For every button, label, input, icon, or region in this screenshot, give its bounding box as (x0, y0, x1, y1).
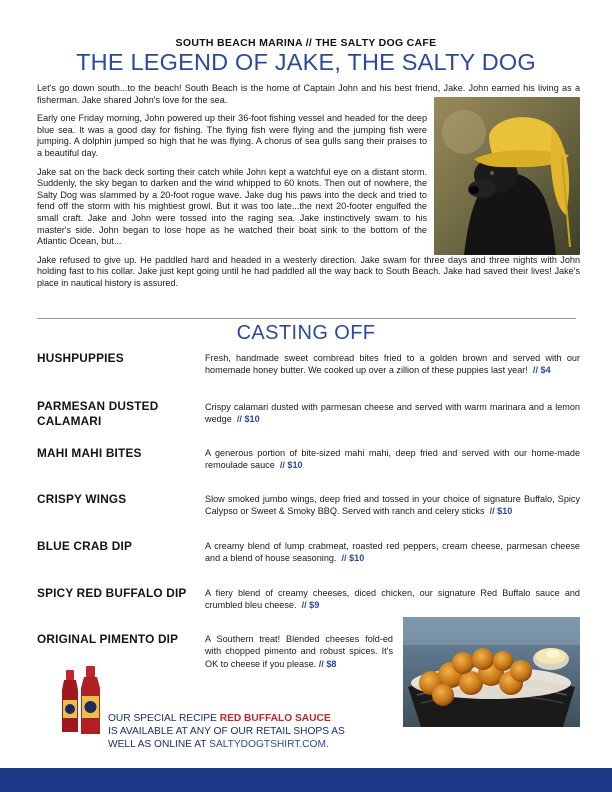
menu-item-name: MAHI MAHI BITES (37, 446, 142, 460)
dog-photo (434, 97, 580, 255)
menu-item-description: A creamy blend of lump crabmeat, roasted… (205, 541, 580, 564)
menu-item-name: CRISPY WINGS (37, 492, 127, 506)
story-paragraph-2: Early one Friday morning, John powered u… (37, 113, 427, 158)
page-title: THE LEGEND OF JAKE, THE SALTY DOG (76, 49, 536, 75)
hushpuppies-photo (403, 617, 580, 727)
menu-item-name: PARMESAN DUSTED CALAMARI (37, 399, 159, 428)
menu-item-description: Slow smoked jumbo wings, deep fried and … (205, 494, 580, 517)
promo-text: OUR SPECIAL RECIPE RED BUFFALO SAUCE IS … (108, 713, 345, 750)
menu-item-name: SPICY RED BUFFALO DIP (37, 586, 187, 600)
menu-item-price: // $9 (301, 600, 320, 611)
menu-item-price: // $10 (236, 414, 260, 425)
story-paragraph-3: Jake sat on the back deck sorting their … (37, 166, 427, 247)
footer-bar (0, 768, 612, 792)
menu-item-description: Fresh, handmade sweet cornbread bites fr… (205, 353, 580, 376)
menu-item-name: ORIGINAL PIMENTO DIP (37, 632, 179, 646)
website-link[interactable]: SALTYDOGTSHIRT.COM. (209, 739, 329, 750)
menu-item-name: BLUE CRAB DIP (37, 539, 133, 553)
menu-item-price: // $10 (341, 553, 365, 564)
section-divider (37, 318, 576, 319)
menu-item-price: // $10 (279, 460, 303, 471)
menu-item-description: A generous portion of bite-sized mahi ma… (205, 448, 580, 471)
section-title: CASTING OFF (236, 322, 376, 344)
menu-item-description: A Southern treat! Blended cheeses fold-e… (205, 634, 393, 669)
menu-item-description: Crispy calamari dusted with parmesan che… (205, 402, 580, 425)
story-paragraph-4: Jake refused to give up. He paddled hard… (37, 254, 580, 288)
menu-item-name: HUSHPUPPIES (37, 351, 124, 365)
header-kicker: SOUTH BEACH MARINA // THE SALTY DOG CAFE (175, 37, 437, 49)
red-buffalo-sauce-highlight: RED BUFFALO SAUCE (219, 713, 331, 724)
menu-item-price: // $10 (489, 506, 513, 517)
menu-item-price: // $4 (532, 365, 551, 376)
menu-item-description: A fiery blend of creamy cheeses, diced c… (205, 588, 580, 611)
sauce-bottles-image (58, 666, 110, 734)
menu-item-price: // $8 (318, 658, 337, 669)
